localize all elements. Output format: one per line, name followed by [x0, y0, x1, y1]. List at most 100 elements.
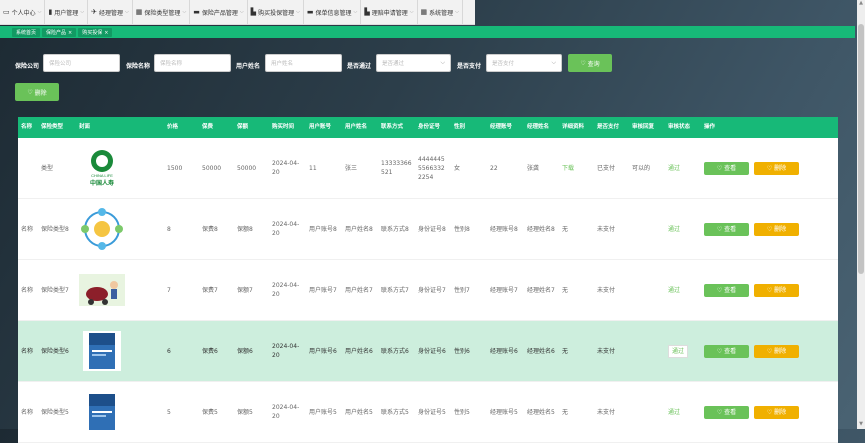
cell-cover — [76, 321, 164, 381]
cell-cover: CHINA LIFE 中国人寿 — [76, 138, 164, 198]
view-button[interactable]: ♡ 查看 — [704, 161, 749, 175]
cell-mgr-acc: 经理账号8 — [490, 225, 518, 233]
cell-type: 保险类型7 — [41, 286, 69, 294]
cover-image[interactable] — [79, 267, 125, 313]
status-badge: 通过 — [668, 408, 681, 416]
delete-button[interactable]: ♡ 删除 — [754, 161, 799, 175]
cover-image[interactable] — [79, 328, 125, 374]
detail-text: 无 — [562, 347, 569, 355]
company-input[interactable]: 保险公司 — [43, 54, 120, 72]
scrollbar-thumb[interactable] — [858, 24, 864, 274]
col-price: 价格 — [167, 124, 179, 130]
cell-username: 用户姓名6 — [345, 347, 373, 355]
grid-icon: ▦ — [135, 8, 143, 16]
pay-select[interactable]: 是否支付 ⌵ — [486, 54, 562, 72]
name-input[interactable]: 保险名称 — [154, 54, 231, 72]
tab-purchase[interactable]: 购买投保 × — [78, 27, 113, 37]
pass-select[interactable]: 是否通过 ⌵ — [376, 54, 451, 72]
heart-icon: ♡ — [27, 88, 35, 96]
col-gender: 性别 — [454, 124, 466, 130]
table-row[interactable]: 名称 保险类型5 5 保费5 保额5 2024-04-20 用户账号5 用户姓名5 联系方式5 身… — [18, 382, 838, 443]
cell-coverage: 保额8 — [237, 225, 253, 233]
nav-item-policy-management[interactable]: ▬ 保单信息管理 ⌵ — [304, 0, 362, 24]
cell-status: 通过 — [665, 199, 701, 259]
view-button[interactable]: ♡ 查看 — [704, 222, 749, 236]
col-detail: 详细资料 — [562, 124, 585, 130]
nav-item-system-management[interactable]: ▦ 系统管理 ⌵ — [418, 0, 463, 24]
nav-item-personal-center[interactable]: ▭ 个人中心 ⌵ — [0, 0, 46, 24]
view-button[interactable]: ♡ 查看 — [704, 344, 749, 358]
bar-chart-icon: ▮ — [48, 8, 53, 16]
table-row[interactable]: 类型 CHINA LIFE 中国人寿 1500 50000 50000 2024-04-20… — [18, 138, 838, 199]
delete-button[interactable]: ♡ 删除 — [754, 222, 799, 236]
nav-item-manager-management[interactable]: ✈ 经理管理 ⌵ — [88, 0, 133, 24]
close-icon[interactable]: × — [68, 30, 72, 36]
table-row[interactable]: 名称 保险类型6 6 保费6 保额6 2024-04-20 用户账号6 用户姓名6 联系方式6 身… — [18, 321, 838, 382]
cell-username: 用户姓名5 — [345, 408, 373, 416]
cover-image[interactable]: CHINA LIFE 中国人寿 — [79, 145, 125, 191]
table-row[interactable]: 名称 保险类型7 7 保费7 保额7 2024-04-20 用户账号7 用户姓名7 联系方式7 身… — [18, 260, 838, 321]
cover-image[interactable] — [79, 389, 125, 435]
nav-item-insurance-type-management[interactable]: ▦ 保险类型管理 ⌵ — [133, 0, 191, 24]
cell-premium: 保费5 — [202, 408, 218, 416]
user-input[interactable]: 用户姓名 — [265, 54, 342, 72]
view-button[interactable]: ♡ 查看 — [704, 283, 749, 297]
nav-item-user-management[interactable]: ▮ 用户管理 ⌵ — [45, 0, 89, 24]
heart-icon: ♡ — [766, 347, 775, 355]
cell-coverage: 保额7 — [237, 286, 253, 294]
cell-detail: 无 — [559, 199, 594, 259]
bulk-delete-button[interactable]: ♡ 删除 — [15, 83, 59, 101]
cell-actions: ♡ 查看 ♡ 删除 — [701, 138, 834, 198]
nav-item-purchase-management[interactable]: ▙ 购买投保管理 ⌵ — [248, 0, 304, 24]
cell-account: 用户账号5 — [309, 408, 337, 416]
scroll-up-icon[interactable]: ▲ — [857, 0, 865, 8]
cell-status: 通过 — [665, 321, 701, 381]
cell-idcard: 身份证号5 — [418, 408, 446, 416]
cell-mgr-name: 经理姓名5 — [527, 408, 555, 416]
scroll-down-icon[interactable]: ▼ — [857, 421, 865, 429]
cover-image[interactable] — [79, 206, 125, 252]
view-button[interactable]: ♡ 查看 — [704, 405, 749, 419]
heart-icon: ♡ — [766, 286, 775, 294]
cell-premium: 保费7 — [202, 286, 218, 294]
col-coverage: 保额 — [237, 124, 249, 130]
col-name: 名称 — [21, 124, 33, 130]
cell-paid: 未支付 — [597, 225, 616, 233]
cell-status: 通过 — [665, 382, 701, 442]
nav-item-product-management[interactable]: ▬ 保险产品管理 ⌵ — [190, 0, 248, 24]
cell-idcard: 身份证号7 — [418, 286, 446, 294]
download-link[interactable]: 下载 — [562, 164, 574, 173]
cell-actions: ♡ 查看 ♡ 删除 — [701, 321, 834, 381]
col-cover: 封面 — [79, 124, 91, 130]
cell-name: 名称 — [21, 225, 34, 233]
cell-gender: 性别5 — [454, 408, 470, 416]
close-icon[interactable]: × — [104, 30, 108, 36]
chevron-down-icon: ⌵ — [125, 9, 129, 15]
cell-name: 名称 — [21, 408, 34, 416]
cell-username: 用户姓名8 — [345, 225, 373, 233]
cell-idcard: 身份证号6 — [418, 347, 446, 355]
delete-button[interactable]: ♡ 删除 — [754, 283, 799, 297]
car-icon: ▬ — [193, 8, 200, 16]
cell-detail[interactable]: 下载 — [559, 138, 594, 198]
query-button[interactable]: ♡ 查询 — [568, 54, 612, 72]
cell-detail: 无 — [559, 260, 594, 320]
heart-icon: ♡ — [580, 59, 588, 67]
tab-insurance-product[interactable]: 保险产品 × — [42, 27, 77, 37]
chevron-down-icon: ⌵ — [455, 9, 459, 15]
scrollbar[interactable]: ▲ ▼ — [857, 0, 865, 429]
nav-item-claims-management[interactable]: ▙ 理赔申请管理 ⌵ — [361, 0, 418, 24]
delete-button[interactable]: ♡ 删除 — [754, 405, 799, 419]
table-row[interactable]: 名称 保险类型8 8 保费8 保额8 2024-04-20 用户账号8 用户姓名8 联系方式8 身… — [18, 199, 838, 260]
chevron-down-icon: ⌵ — [551, 59, 556, 66]
col-premium: 保费 — [202, 124, 214, 130]
cell-phone: 联系方式5 — [381, 408, 409, 416]
cell-idcard: 444444555663322254 — [418, 155, 445, 181]
delete-button[interactable]: ♡ 删除 — [754, 344, 799, 358]
table-body: 类型 CHINA LIFE 中国人寿 1500 50000 50000 2024-04-20… — [18, 138, 838, 443]
cell-username: 用户姓名7 — [345, 286, 373, 294]
cell-status: 通过 — [665, 260, 701, 320]
tab-home[interactable]: 系统首页 — [12, 27, 41, 37]
pass-label: 是否通过 — [347, 63, 372, 70]
cell-phone: 联系方式7 — [381, 286, 409, 294]
